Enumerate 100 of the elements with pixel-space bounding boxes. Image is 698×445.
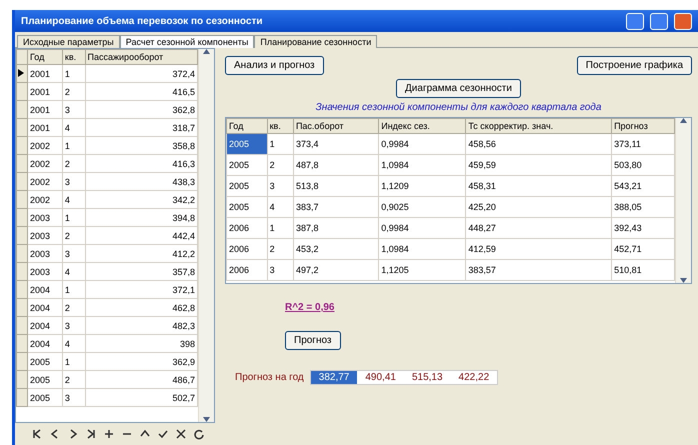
table-cell: 453,2	[293, 238, 379, 260]
table-cell: 362,8	[85, 100, 198, 118]
table-cell: 392,43	[612, 218, 674, 238]
table-cell: 2	[267, 154, 294, 176]
table-cell: 452,71	[612, 238, 674, 260]
refresh-icon	[193, 428, 205, 440]
column-header: Пассажирооборот	[85, 50, 198, 64]
table-cell: 398	[85, 334, 198, 352]
table-cell: 3	[62, 244, 86, 262]
table-cell: 486,7	[85, 370, 198, 388]
table-cell: 1,1209	[378, 176, 466, 196]
column-header: Тс скорректир. знач.	[466, 118, 612, 134]
caption: Значения сезонной компоненты для каждого квартала года	[314, 102, 602, 113]
table-cell: 1,1205	[378, 260, 466, 280]
column-header: кв.	[267, 118, 294, 134]
table-cell: 1	[62, 208, 86, 226]
table-cell: 4	[62, 334, 86, 352]
table-cell: 0,9984	[378, 218, 466, 238]
table-cell: 4	[62, 118, 86, 136]
table-cell: 4	[62, 262, 86, 280]
forecast-label: Прогноз на год	[235, 372, 304, 383]
minimize-button[interactable]	[626, 12, 644, 30]
table-cell: 510,81	[612, 260, 674, 280]
table-cell: 497,2	[293, 260, 379, 280]
table-cell: 503,80	[612, 154, 674, 176]
table-cell: 425,20	[466, 196, 612, 218]
table-cell: 1	[267, 134, 294, 154]
forecast-value: 382,77	[310, 371, 358, 384]
table-cell: 372,4	[85, 64, 198, 82]
table-cell: 372,1	[85, 280, 198, 298]
table-cell: 2004	[28, 334, 62, 352]
table-cell: 362,9	[85, 352, 198, 370]
table-cell: 0,9025	[378, 196, 466, 218]
table-cell: 1	[62, 136, 86, 154]
tab[interactable]: Планирование сезонности	[254, 35, 378, 48]
table-cell: 388,05	[612, 196, 674, 218]
table-cell: 2005	[226, 196, 268, 218]
table-cell: 2	[62, 226, 86, 244]
window-title: Планирование объема перевозок по сезонности	[21, 16, 263, 26]
table-cell: 2003	[28, 226, 62, 244]
forecast-button[interactable]: Прогноз	[285, 331, 341, 350]
row-indicator[interactable]	[16, 64, 28, 82]
table-cell: 2005	[28, 388, 62, 406]
table-cell: 416,3	[85, 154, 198, 172]
table-cell: 1,0984	[378, 238, 466, 260]
table-cell: 2003	[28, 208, 62, 226]
column-header: Индекс сез.	[378, 118, 466, 134]
table-cell: 2	[62, 370, 86, 388]
table-cell: 2	[62, 82, 86, 100]
table-cell: 458,56	[466, 134, 612, 154]
table-cell: 416,5	[85, 82, 198, 100]
table-cell: 2002	[28, 190, 62, 208]
table-cell: 459,59	[466, 154, 612, 176]
table-cell: 2003	[28, 244, 62, 262]
table-cell: 3	[62, 100, 86, 118]
table-cell: 2004	[28, 280, 62, 298]
table-cell: 2001	[28, 100, 62, 118]
check-icon	[157, 428, 169, 440]
table-cell: 394,8	[85, 208, 198, 226]
table-cell: 1	[62, 352, 86, 370]
table-cell: 3	[62, 172, 86, 190]
column-header: Пас.оборот	[293, 118, 379, 134]
table-cell: 373,4	[293, 134, 379, 154]
table-cell: 342,2	[85, 190, 198, 208]
table-cell: 543,21	[612, 176, 674, 196]
column-header: Год	[226, 118, 268, 134]
table-cell: 1	[267, 218, 294, 238]
analysis-button[interactable]: Анализ и прогноз	[225, 56, 324, 75]
column-header: Год	[28, 50, 62, 64]
scrollbar[interactable]	[675, 118, 691, 283]
table-cell: 482,3	[85, 316, 198, 334]
maximize-button[interactable]	[650, 12, 668, 30]
table-cell: 383,57	[466, 260, 612, 280]
chart-button[interactable]: Построение графика	[576, 56, 692, 75]
table-cell: 2006	[226, 218, 268, 238]
row-pointer-icon	[17, 68, 25, 76]
scroll-down-icon	[203, 417, 210, 422]
diagram-button[interactable]: Диаграмма сезонности	[396, 79, 521, 98]
table-cell: 3	[267, 260, 294, 280]
table-cell: 438,3	[85, 172, 198, 190]
tab[interactable]: Исходные параметры	[17, 35, 120, 48]
column-header: кв.	[62, 50, 86, 64]
table-cell: 1	[62, 64, 86, 82]
table-cell: 1	[62, 280, 86, 298]
table-cell: 383,7	[293, 196, 379, 218]
table-cell: 458,31	[466, 176, 612, 196]
table-cell: 442,4	[85, 226, 198, 244]
plus-icon	[103, 428, 115, 440]
tab[interactable]: Расчет сезонной компоненты	[120, 35, 254, 48]
scrollbar[interactable]	[198, 49, 214, 422]
r-squared: R^2 = 0,96	[285, 302, 336, 313]
table-cell: 3	[62, 388, 86, 406]
table-cell: 1,0984	[378, 154, 466, 176]
column-header: Прогноз	[612, 118, 674, 134]
table-cell: 2005	[226, 176, 268, 196]
table-cell: 502,7	[85, 388, 198, 406]
table-cell: 2001	[28, 64, 62, 82]
table-cell: 0,9984	[378, 134, 466, 154]
table-cell: 513,8	[293, 176, 379, 196]
close-button[interactable]	[674, 12, 692, 30]
